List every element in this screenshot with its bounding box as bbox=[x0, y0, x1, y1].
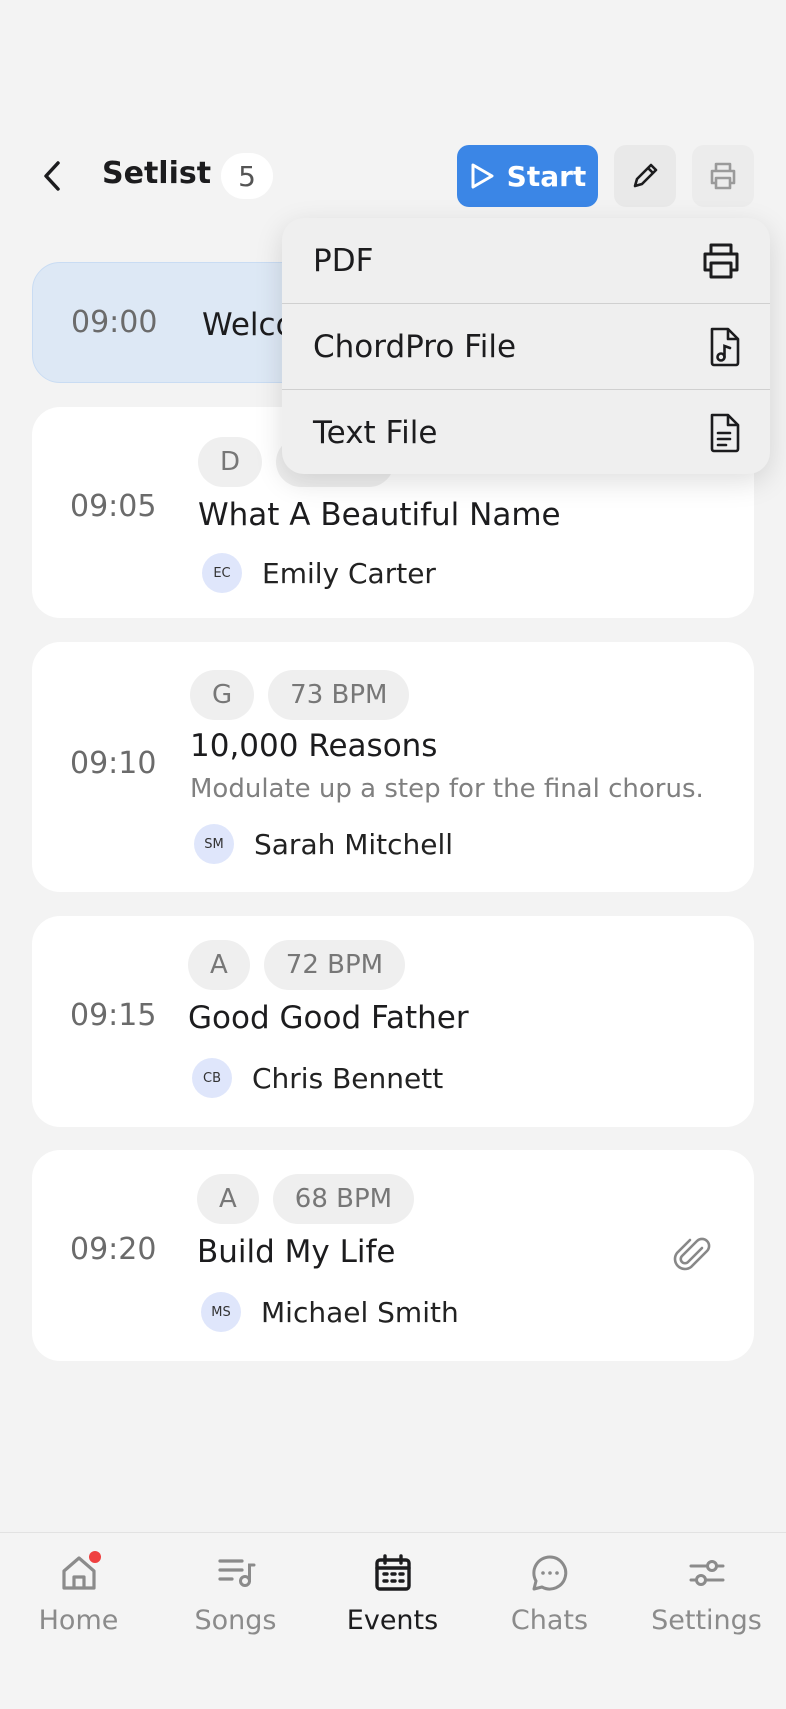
tab-bar: Home Songs Events Chats Settings bbox=[0, 1532, 786, 1709]
tab-label: Songs bbox=[194, 1605, 277, 1636]
person-name: Chris Bennett bbox=[252, 1061, 444, 1095]
song-title: What A Beautiful Name bbox=[198, 497, 561, 533]
song-title: Good Good Father bbox=[188, 1000, 469, 1036]
header: Setlist 5 Start bbox=[0, 130, 786, 222]
music-file-icon bbox=[710, 327, 740, 366]
item-time: 09:10 bbox=[70, 746, 157, 781]
person-name: Sarah Mitchell bbox=[254, 827, 454, 861]
tab-label: Settings bbox=[651, 1605, 762, 1636]
song-chips: A 68 BPM bbox=[197, 1174, 415, 1224]
paperclip-icon bbox=[673, 1237, 711, 1271]
item-time: 09:15 bbox=[70, 998, 157, 1033]
menu-item-label: PDF bbox=[313, 242, 374, 279]
sliders-icon bbox=[689, 1560, 724, 1586]
setlist-item[interactable]: 09:20 A 68 BPM Build My Life MS Michael … bbox=[32, 1150, 754, 1361]
bpm-chip: 68 BPM bbox=[272, 1174, 415, 1224]
page-title: Setlist bbox=[102, 156, 212, 191]
chevron-left-icon bbox=[44, 161, 60, 191]
assigned-person: EC Emily Carter bbox=[202, 553, 436, 593]
bpm-chip: 73 BPM bbox=[268, 670, 410, 720]
person-name: Emily Carter bbox=[262, 556, 436, 590]
tab-label: Events bbox=[346, 1605, 439, 1636]
assigned-person: SM Sarah Mitchell bbox=[194, 824, 453, 864]
menu-item-text[interactable]: Text File bbox=[282, 390, 770, 474]
songs-icon bbox=[217, 1559, 255, 1587]
calendar-icon bbox=[374, 1554, 411, 1591]
key-chip: G bbox=[190, 670, 255, 720]
avatar: CB bbox=[192, 1058, 232, 1098]
item-time: 09:20 bbox=[70, 1232, 157, 1267]
notification-dot bbox=[88, 1551, 101, 1563]
edit-button[interactable] bbox=[614, 145, 676, 207]
start-button[interactable]: Start bbox=[457, 145, 598, 207]
export-menu: PDF ChordPro File Text File bbox=[282, 218, 770, 474]
tab-label: Chats bbox=[510, 1605, 589, 1636]
menu-item-pdf[interactable]: PDF bbox=[282, 218, 770, 304]
avatar: MS bbox=[201, 1292, 241, 1332]
tab-home[interactable]: Home bbox=[0, 1547, 157, 1657]
song-chips: A 72 BPM bbox=[188, 940, 406, 990]
avatar: SM bbox=[194, 824, 234, 864]
key-chip: A bbox=[188, 940, 250, 990]
printer-icon bbox=[703, 243, 739, 278]
song-title: Build My Life bbox=[197, 1234, 396, 1270]
tab-chats[interactable]: Chats bbox=[471, 1547, 628, 1657]
song-chips: G 73 BPM bbox=[190, 670, 410, 720]
attachment-button[interactable] bbox=[670, 1232, 716, 1278]
item-time: 09:00 bbox=[71, 305, 158, 340]
song-count-badge: 5 bbox=[221, 153, 273, 199]
song-title: Welco bbox=[202, 307, 295, 343]
key-chip: A bbox=[197, 1174, 259, 1224]
chat-icon bbox=[531, 1555, 567, 1591]
text-file-icon bbox=[710, 413, 740, 453]
start-button-label: Start bbox=[506, 159, 587, 193]
tab-songs[interactable]: Songs bbox=[157, 1547, 314, 1657]
menu-item-chordpro[interactable]: ChordPro File bbox=[282, 304, 770, 390]
assigned-person: MS Michael Smith bbox=[201, 1292, 459, 1332]
person-name: Michael Smith bbox=[261, 1295, 459, 1329]
setlist-item[interactable]: 09:15 A 72 BPM Good Good Father CB Chris… bbox=[32, 916, 754, 1127]
avatar: EC bbox=[202, 553, 242, 593]
tab-settings[interactable]: Settings bbox=[628, 1547, 785, 1657]
back-button[interactable] bbox=[32, 152, 72, 200]
menu-item-label: Text File bbox=[313, 415, 438, 451]
pencil-icon bbox=[633, 163, 658, 188]
tab-label: Home bbox=[38, 1605, 119, 1636]
key-chip: D bbox=[198, 437, 263, 487]
play-icon bbox=[471, 163, 494, 189]
item-time: 09:05 bbox=[70, 489, 157, 524]
printer-icon bbox=[710, 162, 736, 190]
song-note: Modulate up a step for the final chorus. bbox=[190, 774, 704, 804]
bpm-chip: 72 BPM bbox=[263, 940, 406, 990]
song-title: 10,000 Reasons bbox=[190, 728, 438, 764]
setlist-item[interactable]: 09:10 G 73 BPM 10,000 Reasons Modulate u… bbox=[32, 642, 754, 892]
menu-item-label: ChordPro File bbox=[313, 328, 517, 365]
assigned-person: CB Chris Bennett bbox=[192, 1058, 443, 1098]
tab-events[interactable]: Events bbox=[314, 1547, 471, 1657]
print-button[interactable] bbox=[692, 145, 754, 207]
